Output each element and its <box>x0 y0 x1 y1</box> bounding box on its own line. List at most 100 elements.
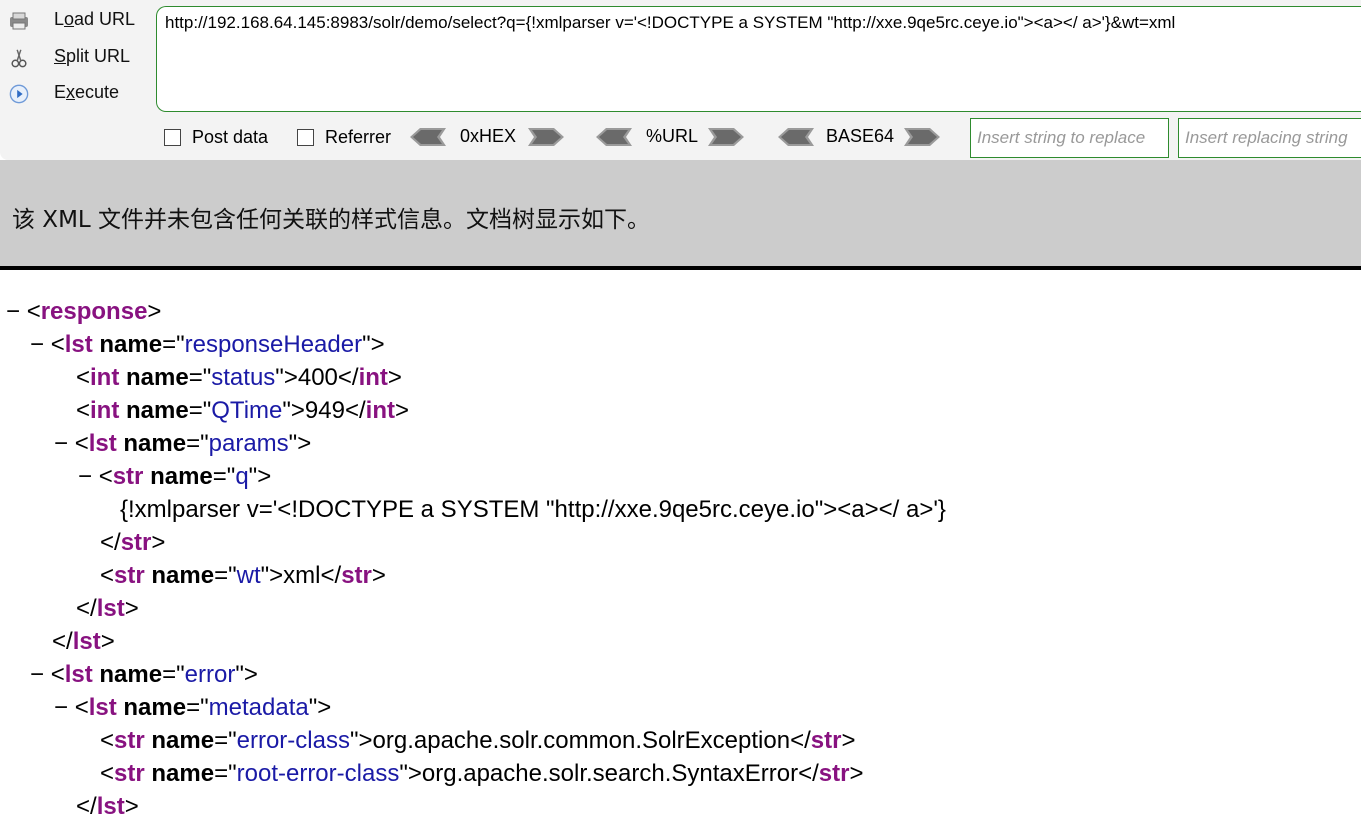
attribute-value: error <box>184 661 236 688</box>
punctuation: > <box>371 562 386 589</box>
punctuation: </ <box>100 529 121 556</box>
notice-text: 该 XML 文件并未包含任何关联的样式信息。文档树显示如下。 <box>12 207 651 233</box>
punctuation: =" <box>162 331 185 358</box>
collapse-toggle[interactable]: − <box>54 694 68 721</box>
collapse-toggle[interactable]: − <box>6 298 20 325</box>
response-open: − <response> <box>6 295 161 328</box>
str-root-error-class: <str name="root-error-class">org.apache.… <box>100 757 863 790</box>
hackbar-toolbar: Load URL Split URL Execute http://192.16… <box>0 0 1361 160</box>
execute-button[interactable]: Execute <box>4 78 154 110</box>
collapse-toggle[interactable]: − <box>30 661 44 688</box>
punctuation: "> <box>248 463 272 490</box>
referrer-box[interactable] <box>297 129 314 146</box>
collapse-toggle[interactable]: − <box>30 331 44 358</box>
lst-params-open: − <lst name="params"> <box>54 427 311 460</box>
url-textarea[interactable]: http://192.168.64.145:8983/solr/demo/sel… <box>156 6 1361 112</box>
url-decode-arrow-icon[interactable] <box>596 128 632 146</box>
tag-name: str <box>818 760 850 787</box>
lst-responseheader-close: </lst> <box>52 625 115 658</box>
attribute-value: error-class <box>236 727 350 754</box>
punctuation: "> <box>308 694 332 721</box>
load-url-icon <box>10 12 28 30</box>
hex-encode-arrow-icon[interactable] <box>528 128 564 146</box>
lst-metadata-open: − <lst name="metadata"> <box>54 691 331 724</box>
punctuation: </ <box>790 727 811 754</box>
tag-name: int <box>358 364 388 391</box>
punctuation: > <box>124 793 139 820</box>
base64-decode-arrow-icon[interactable] <box>778 128 814 146</box>
attribute-name: name <box>99 661 163 688</box>
tag-name: lst <box>96 793 125 820</box>
punctuation: < <box>74 430 89 457</box>
wt-value: xml <box>283 562 321 589</box>
punctuation: < <box>98 463 113 490</box>
punctuation: </ <box>798 760 819 787</box>
load-url-label-u: o <box>64 9 75 29</box>
post-data-box[interactable] <box>164 129 181 146</box>
status-value: 400 <box>297 364 338 391</box>
tag-name: lst <box>64 661 93 688</box>
attribute-name: name <box>123 430 187 457</box>
punctuation: </ <box>320 562 342 589</box>
collapse-toggle[interactable]: − <box>54 430 68 457</box>
attribute-value: QTime <box>211 397 283 424</box>
punctuation: </ <box>52 628 73 655</box>
url-encode-arrow-icon[interactable] <box>708 128 744 146</box>
punctuation: < <box>100 760 115 787</box>
punctuation: =" <box>188 364 212 391</box>
attribute-name: name <box>150 463 213 490</box>
int-qtime: <int name="QTime">949</int> <box>76 394 409 427</box>
tag-name: int <box>365 397 395 424</box>
collapse-toggle[interactable]: − <box>78 463 92 490</box>
punctuation: =" <box>162 661 185 688</box>
attribute-value: responseHeader <box>184 331 363 358</box>
base64-label: BASE64 <box>826 126 895 146</box>
punctuation: =" <box>188 397 212 424</box>
str-q-close: </str> <box>100 526 165 559</box>
play-icon <box>9 84 29 104</box>
tag-name: str <box>112 463 144 490</box>
tag-name: lst <box>64 331 93 358</box>
attribute-value: q <box>235 463 249 490</box>
punctuation: "> <box>260 562 284 589</box>
replace-string-input[interactable]: Insert string to replace <box>970 118 1169 158</box>
attribute-name: name <box>123 694 187 721</box>
lst-error-open: − <lst name="error"> <box>30 658 258 691</box>
tag-name: str <box>120 529 152 556</box>
punctuation: > <box>394 397 409 424</box>
str-wt: <str name="wt">xml</str> <box>100 559 386 592</box>
base64-encode-arrow-icon[interactable] <box>904 128 940 146</box>
tag-name: lst <box>72 628 101 655</box>
punctuation: </ <box>76 595 97 622</box>
punctuation: "> <box>235 661 258 688</box>
attribute-value: metadata <box>208 694 309 721</box>
punctuation: =" <box>214 760 237 787</box>
load-url-button[interactable]: Load URL <box>4 5 154 37</box>
tag-name: str <box>810 727 842 754</box>
str-error-class: <str name="error-class">org.apache.solr.… <box>100 724 855 757</box>
punctuation: =" <box>186 694 209 721</box>
str-q-open: − <str name="q"> <box>78 460 271 493</box>
load-url-label-a: L <box>54 9 65 29</box>
attribute-value: root-error-class <box>236 760 400 787</box>
replacing-string-input[interactable]: Insert replacing string <box>1178 118 1361 158</box>
punctuation: < <box>100 562 115 589</box>
split-url-label-b: plit URL <box>66 46 131 66</box>
lst-params-close: </lst> <box>76 592 139 625</box>
hex-decode-arrow-icon[interactable] <box>410 128 446 146</box>
tag-name: str <box>341 562 372 589</box>
attribute-name: name <box>99 331 163 358</box>
punctuation: < <box>74 694 89 721</box>
punctuation: "> <box>399 760 422 787</box>
int-status: <int name="status">400</int> <box>76 361 402 394</box>
error-class-value: org.apache.solr.common.SolrException <box>372 727 791 754</box>
tag-name: int <box>90 397 120 424</box>
execute-label-b: ecute <box>75 82 120 102</box>
tag-name: str <box>114 760 145 787</box>
split-url-button[interactable]: Split URL <box>4 42 154 74</box>
punctuation: > <box>849 760 864 787</box>
tag-name: str <box>114 562 145 589</box>
tag-name: lst <box>88 430 117 457</box>
punctuation: =" <box>214 727 237 754</box>
attribute-name: name <box>126 364 189 391</box>
